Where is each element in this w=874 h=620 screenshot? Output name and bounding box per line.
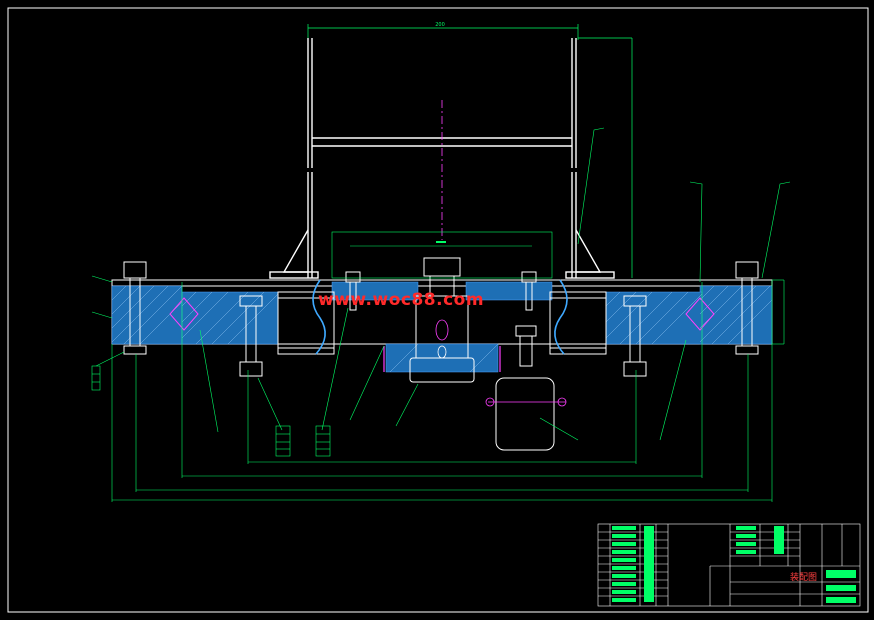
actuator-body [383,319,567,451]
watermark-text: www.woc88.com [318,290,485,310]
leader-tags [91,365,331,457]
title-block [597,523,861,607]
top-dimension [307,24,633,278]
cad-drawing: 200 [7,7,869,613]
top-dimension-label: 200 [435,22,445,28]
center-label-mark [436,241,446,243]
title-block-text [612,526,856,603]
title-block-name: 装配图 [790,573,818,583]
